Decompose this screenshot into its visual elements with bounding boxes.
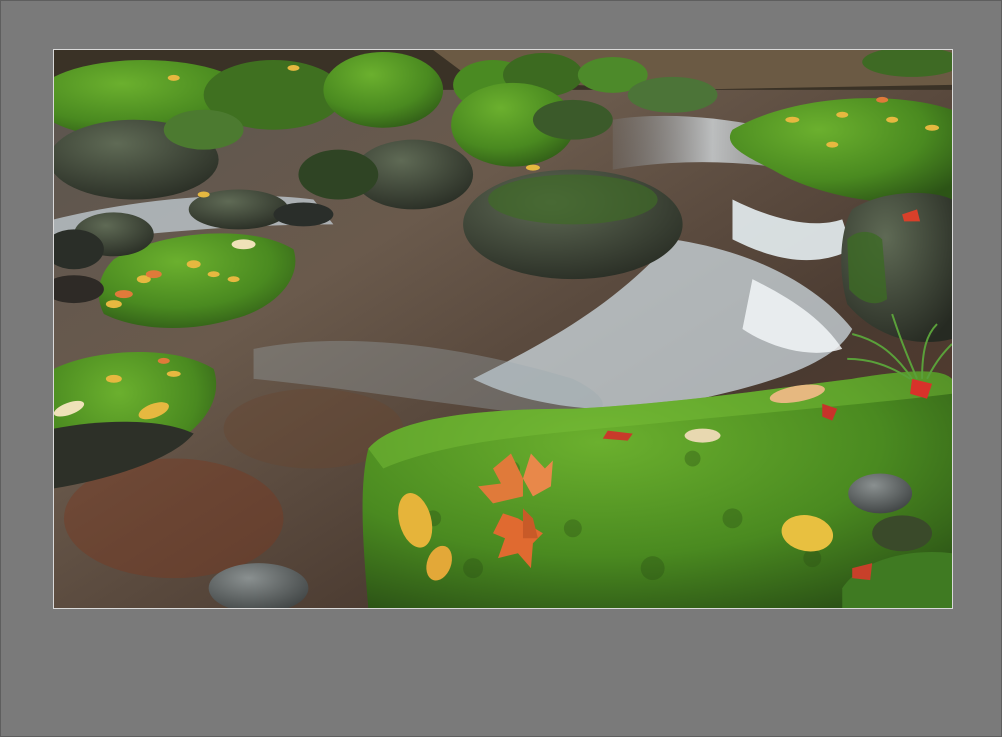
stream-photo <box>53 49 953 609</box>
gallery-frame <box>0 0 1002 737</box>
stream-illustration <box>54 50 952 608</box>
